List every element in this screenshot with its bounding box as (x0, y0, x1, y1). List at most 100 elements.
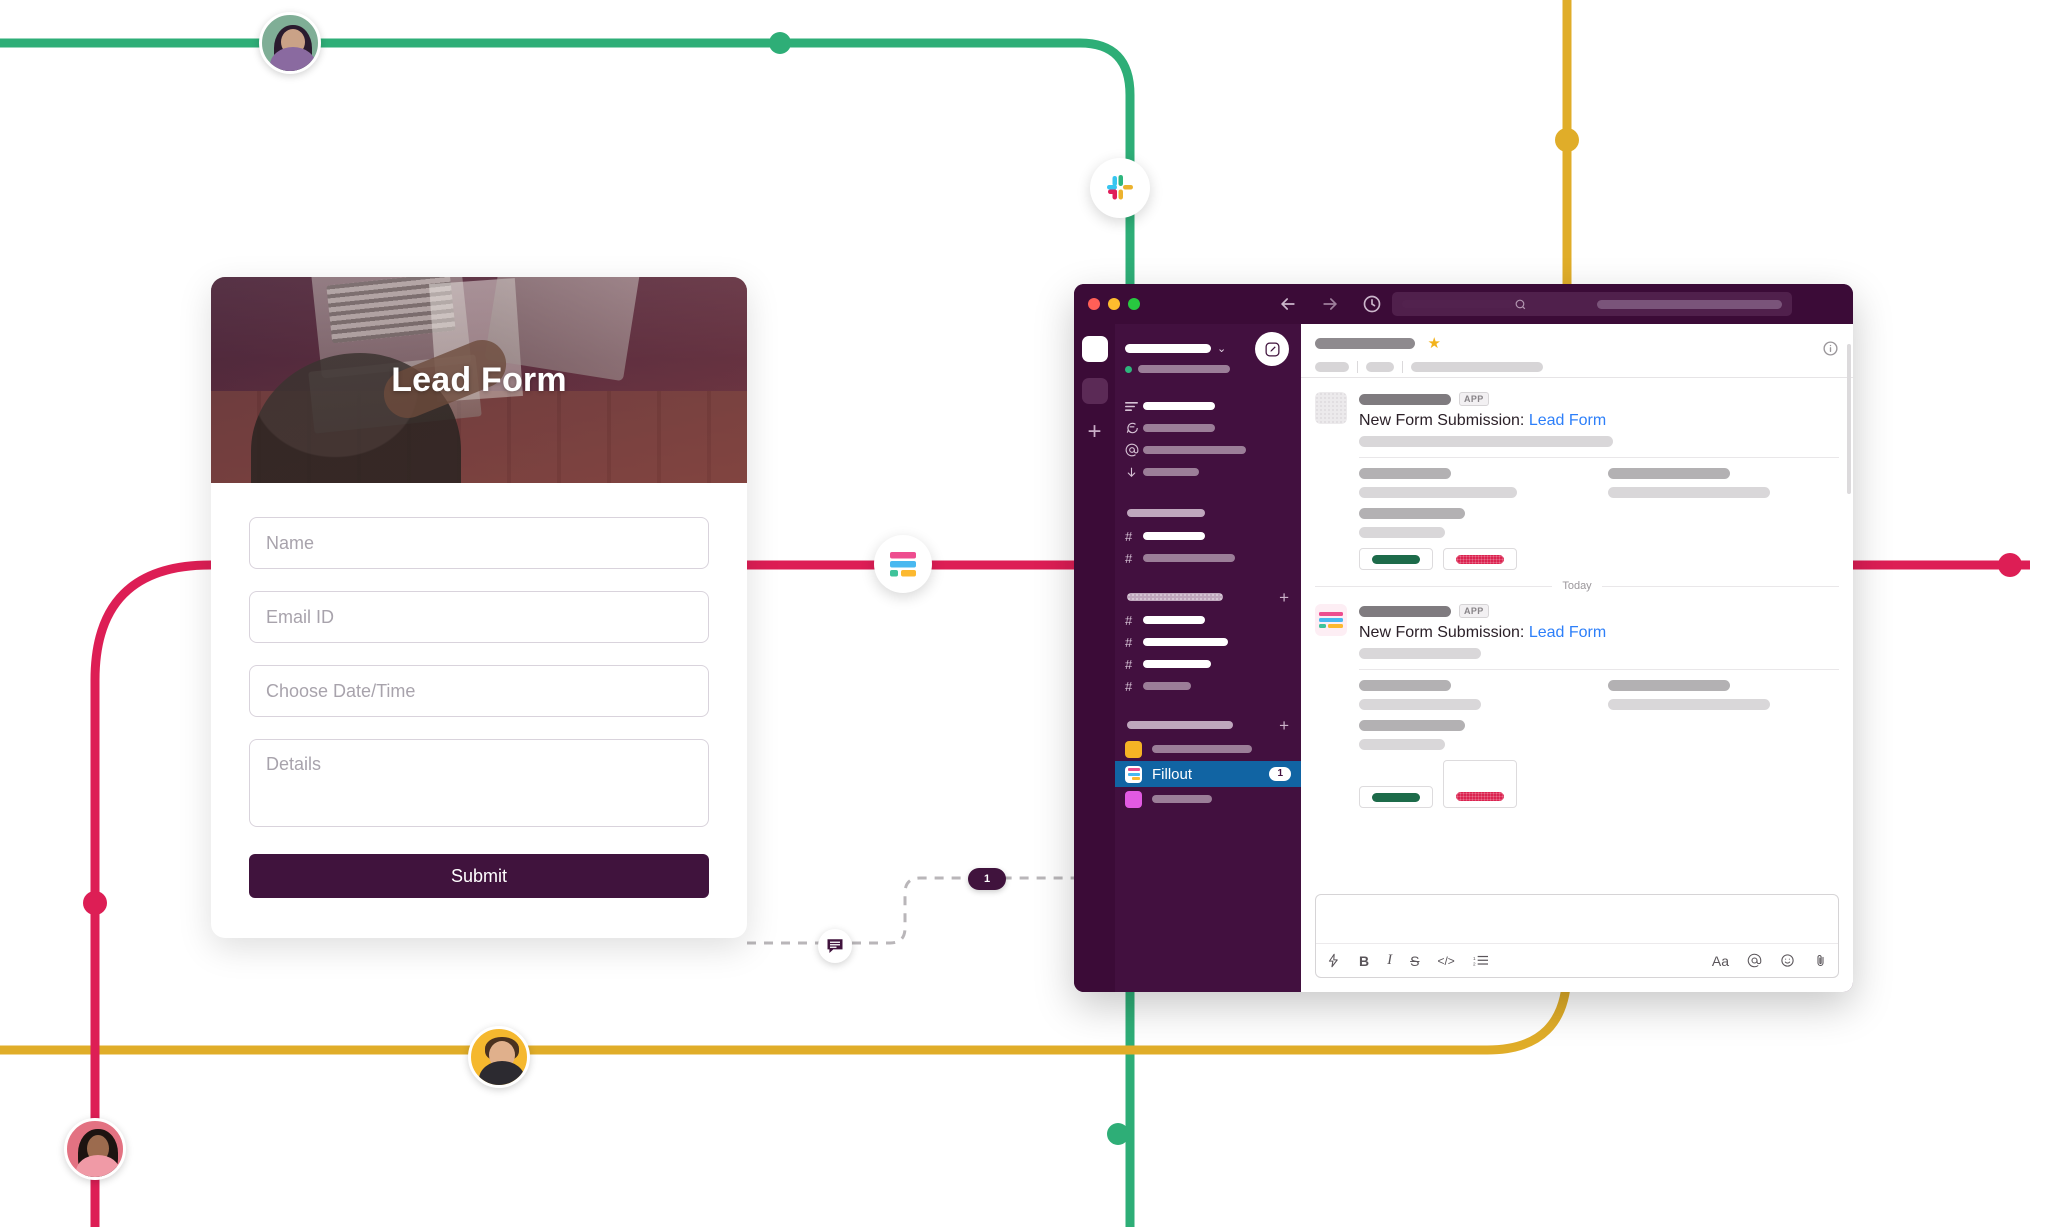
sidebar-item-activity[interactable] (1115, 417, 1301, 439)
sidebar-item-app[interactable] (1115, 737, 1301, 761)
field-value (1608, 699, 1770, 710)
name-input[interactable] (249, 517, 709, 569)
approve-button[interactable] (1359, 548, 1433, 570)
message-fields-row (1359, 468, 1839, 498)
reject-button[interactable] (1443, 760, 1517, 808)
emoji-icon[interactable] (1780, 952, 1795, 970)
message-actions (1359, 548, 1839, 570)
message-scrollbar[interactable] (1847, 344, 1851, 494)
compose-pencil-icon (1264, 341, 1280, 357)
maximize-window-button[interactable] (1128, 298, 1140, 310)
sidebar-section-apps: + Fillout 1 (1115, 713, 1301, 811)
sidebar-item-label (1143, 554, 1235, 562)
threads-icon (1125, 401, 1143, 412)
message-list: APP New Form Submission: Lead Form Today… (1301, 378, 1853, 894)
fillout-logo-icon (1125, 765, 1142, 783)
wire-dot-green-bottom (1107, 1123, 1129, 1145)
wire-dot-pink-left (83, 891, 107, 915)
section-header[interactable] (1115, 501, 1301, 525)
datetime-input[interactable] (249, 665, 709, 717)
slack-body: + ⌄ # # + # # # # + Fillout 1 ★ APP New … (1074, 324, 1853, 992)
section-header[interactable]: + (1115, 713, 1301, 737)
attachment-clip-icon[interactable] (1813, 952, 1828, 970)
activity-icon (1125, 421, 1143, 435)
fillout-logo-node (874, 535, 932, 593)
svg-text:2: 2 (1473, 962, 1476, 967)
channel-meta (1315, 361, 1839, 374)
lightning-shortcut-icon[interactable] (1326, 952, 1341, 970)
add-channel-button[interactable]: + (1279, 589, 1289, 606)
back-arrow-icon[interactable] (1278, 295, 1298, 313)
approve-button[interactable] (1359, 786, 1433, 808)
italic-icon[interactable]: I (1387, 952, 1392, 970)
sidebar-section-channels-2: + # # # # (1115, 585, 1301, 697)
message-item: APP New Form Submission: Lead Form (1315, 392, 1839, 570)
close-window-button[interactable] (1088, 298, 1100, 310)
sidebar-item-label (1143, 424, 1215, 432)
sidebar-item-channel[interactable]: # (1115, 547, 1301, 569)
unread-badge: 1 (1269, 767, 1291, 781)
form-link[interactable]: Lead Form (1529, 624, 1606, 641)
hash-icon: # (1125, 678, 1133, 694)
code-icon[interactable]: </> (1437, 952, 1454, 970)
star-icon[interactable]: ★ (1427, 335, 1440, 352)
forward-arrow-icon[interactable] (1320, 295, 1340, 313)
strikethrough-icon[interactable]: S (1410, 952, 1419, 970)
composer-toolbar: B I S </> 12 Aa (1316, 943, 1838, 977)
hash-icon: # (1125, 656, 1133, 672)
sidebar-item-channel[interactable]: # (1115, 675, 1301, 697)
mention-at-icon[interactable] (1747, 952, 1762, 970)
sidebar-item-label: Fillout (1152, 765, 1193, 783)
email-input[interactable] (249, 591, 709, 643)
sidebar-item-mentions[interactable] (1115, 439, 1301, 461)
field-label (1359, 720, 1465, 731)
search-input[interactable] (1392, 292, 1792, 316)
message-input[interactable] (1316, 895, 1838, 943)
wire-dot-pink-right (1998, 553, 2022, 577)
sidebar-item-later[interactable] (1115, 461, 1301, 483)
sidebar-item-fillout[interactable]: Fillout 1 (1115, 761, 1301, 787)
info-icon[interactable] (1822, 340, 1839, 362)
add-app-button[interactable]: + (1279, 717, 1289, 734)
chevron-down-icon: ⌄ (1217, 343, 1227, 355)
message-title: New Form Submission: Lead Form (1359, 624, 1839, 642)
workspace-icon-secondary[interactable] (1081, 378, 1108, 404)
form-link[interactable]: Lead Form (1529, 412, 1606, 429)
minimize-window-button[interactable] (1108, 298, 1120, 310)
canvas: Lead Form Submit 1 (0, 0, 2063, 1227)
sidebar-item-channel[interactable]: # (1115, 525, 1301, 547)
slack-titlebar (1074, 284, 1853, 324)
sidebar-item-channel[interactable]: # (1115, 609, 1301, 631)
later-icon (1125, 466, 1143, 479)
sidebar-item-threads[interactable] (1115, 395, 1301, 417)
generic-app-avatar (1315, 392, 1347, 424)
history-clock-icon[interactable] (1362, 295, 1382, 313)
sidebar-item-channel[interactable]: # (1115, 631, 1301, 653)
message-title-prefix: New Form Submission: (1359, 412, 1525, 429)
slack-logo-icon (1107, 175, 1133, 200)
details-textarea[interactable] (249, 739, 709, 827)
channel-name[interactable] (1315, 337, 1415, 349)
automation-step-node[interactable] (818, 929, 852, 963)
sidebar-item-app[interactable] (1115, 787, 1301, 811)
workspace-icon-active[interactable] (1081, 336, 1108, 362)
avatar-person-pink (64, 1118, 126, 1180)
avatar-person-green (259, 12, 321, 74)
slack-logo-node (1090, 158, 1150, 218)
sidebar-item-channel[interactable]: # (1115, 653, 1301, 675)
compose-button[interactable] (1255, 332, 1289, 366)
message-title: New Form Submission: Lead Form (1359, 412, 1839, 430)
add-workspace-button[interactable]: + (1087, 420, 1101, 444)
wire-dot-green-top (769, 32, 791, 54)
form-hero-image: Lead Form (211, 277, 747, 483)
form-fields: Submit (211, 483, 747, 938)
ordered-list-icon[interactable]: 12 (1473, 952, 1488, 970)
formatting-aa-icon[interactable]: Aa (1712, 952, 1729, 970)
fillout-logo-icon (890, 552, 916, 577)
field-value (1608, 487, 1770, 498)
day-separator: Today (1315, 580, 1840, 592)
submit-button[interactable]: Submit (249, 854, 709, 898)
bold-icon[interactable]: B (1359, 952, 1369, 970)
section-header[interactable]: + (1115, 585, 1301, 609)
reject-button[interactable] (1443, 548, 1517, 570)
